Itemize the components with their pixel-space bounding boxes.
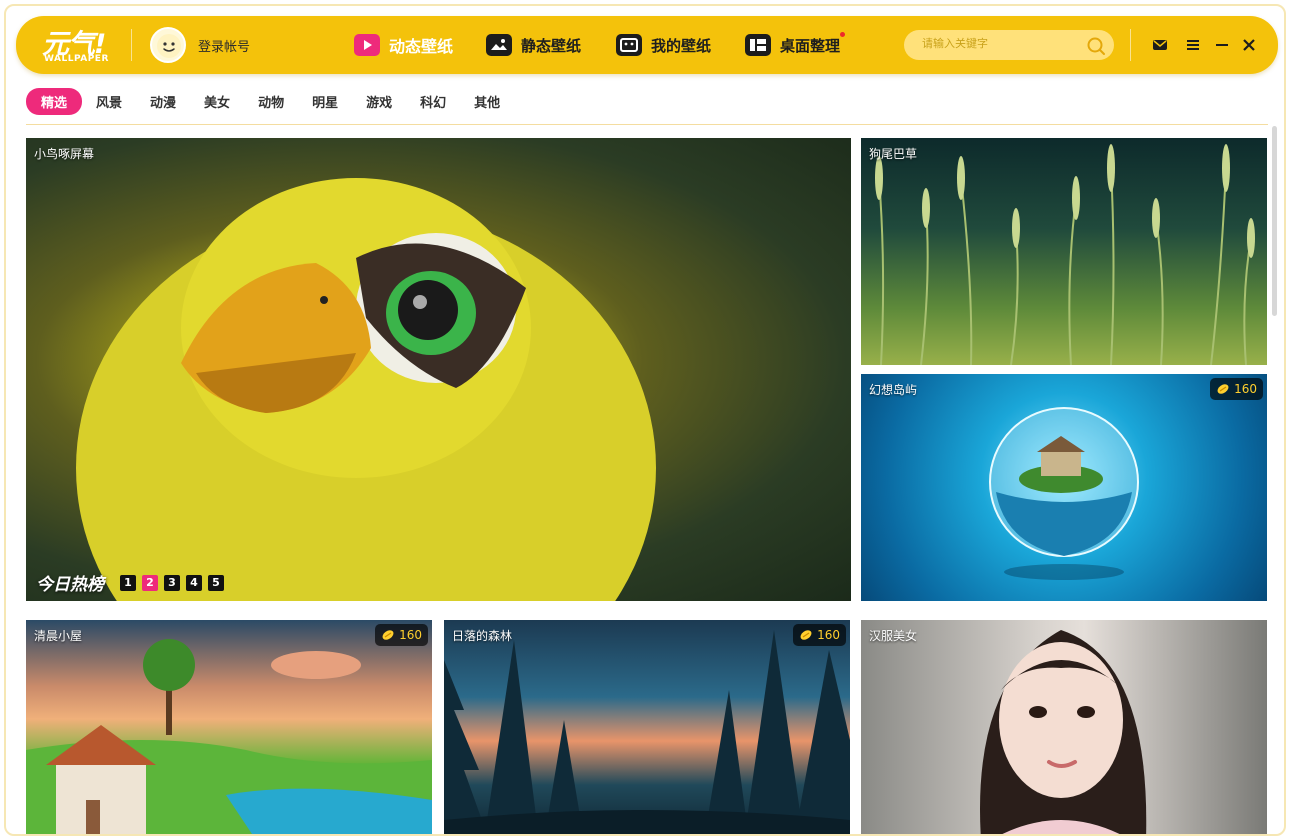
close-button[interactable] [1240, 36, 1258, 54]
tab-scifi[interactable]: 科幻 [420, 92, 446, 111]
nav-dynamic-label: 动态壁纸 [389, 37, 454, 56]
search-input[interactable] [922, 37, 1072, 50]
island-globe-illustration [989, 407, 1139, 580]
search-icon[interactable] [1086, 36, 1106, 56]
minimize-icon [1216, 44, 1228, 46]
tab-beauty[interactable]: 美女 [204, 92, 230, 111]
tab-stars[interactable]: 明星 [312, 92, 338, 111]
play-icon [354, 34, 380, 56]
app-window: 元气! WALLPAPER 登录帐号 动态壁纸 静态壁纸 我的壁纸 桌面整理 请… [4, 4, 1286, 836]
cabin-illustration [26, 639, 432, 834]
wallpaper-tile-grass[interactable]: 狗尾巴草 [861, 138, 1267, 365]
divider-line [26, 124, 1268, 125]
tile-title: 日落的森林 [452, 629, 513, 643]
wallpaper-tile-cabin[interactable]: 清晨小屋 160 [26, 620, 432, 834]
hot-ranking: 今日热榜 1 2 3 4 5 [36, 570, 230, 595]
login-link[interactable]: 登录帐号 [198, 36, 250, 55]
page-3-button[interactable]: 3 [164, 574, 180, 591]
nav-static-wallpaper[interactable]: 静态壁纸 [486, 32, 581, 58]
price-badge: 160 [375, 624, 428, 646]
coin-icon [800, 630, 812, 640]
bird-illustration [76, 178, 656, 601]
folder-face-icon [616, 34, 642, 56]
minimize-button[interactable] [1213, 36, 1231, 54]
divider [131, 29, 132, 61]
price-badge: 160 [1210, 378, 1263, 400]
close-icon [1243, 39, 1255, 51]
grass-illustration [875, 144, 1255, 365]
nav-static-label: 静态壁纸 [521, 36, 582, 55]
menu-icon [1187, 40, 1199, 50]
page-2-button[interactable]: 2 [142, 574, 158, 591]
tile-title: 狗尾巴草 [869, 147, 918, 161]
hot-ranking-title: 今日热榜 [36, 575, 104, 595]
page-4-button[interactable]: 4 [186, 574, 202, 591]
coin-icon [1217, 384, 1229, 394]
price-value: 160 [1234, 382, 1257, 396]
wallpaper-tile-hanfu[interactable]: 汉服美女 [861, 620, 1267, 834]
avatar[interactable] [150, 27, 186, 63]
price-value: 160 [399, 628, 422, 642]
tile-title: 幻想岛屿 [869, 383, 918, 397]
nav-dynamic-wallpaper[interactable]: 动态壁纸 [354, 32, 453, 58]
price-badge: 160 [793, 624, 846, 646]
tab-featured[interactable]: 精选 [26, 87, 83, 115]
tile-title: 汉服美女 [869, 629, 918, 643]
price-value: 160 [817, 628, 840, 642]
page-5-button[interactable]: 5 [208, 574, 224, 591]
wallpaper-tile-island[interactable]: 幻想岛屿 160 [861, 374, 1267, 601]
tab-anime[interactable]: 动漫 [150, 92, 176, 111]
category-tabs: 精选 风景 动漫 美女 动物 明星 游戏 科幻 其他 [26, 87, 528, 115]
tile-title: 清晨小屋 [34, 629, 83, 643]
wallpaper-tile-forest[interactable]: 日落的森林 160 [444, 620, 850, 834]
mail-icon [1153, 40, 1167, 50]
smiley-icon [157, 34, 181, 58]
portrait-illustration [980, 630, 1147, 834]
nav-my-wallpaper[interactable]: 我的壁纸 [616, 32, 711, 58]
top-bar: 元气! WALLPAPER 登录帐号 动态壁纸 静态壁纸 我的壁纸 桌面整理 请… [16, 16, 1278, 74]
notification-dot [840, 32, 845, 37]
divider [1130, 29, 1131, 61]
tab-animals[interactable]: 动物 [258, 92, 284, 111]
mail-button[interactable] [1151, 36, 1169, 54]
page-1-button[interactable]: 1 [120, 574, 136, 591]
tab-scenery[interactable]: 风景 [96, 92, 122, 111]
forest-illustration [444, 630, 850, 834]
image-icon [486, 34, 512, 56]
nav-my-label: 我的壁纸 [651, 36, 712, 55]
search-box [904, 30, 1114, 60]
coin-icon [382, 630, 394, 640]
nav-desktop-organize[interactable]: 桌面整理 [745, 32, 840, 58]
logo-subtext: WALLPAPER [44, 54, 109, 64]
tab-other[interactable]: 其他 [474, 92, 500, 111]
tab-games[interactable]: 游戏 [366, 92, 392, 111]
menu-button[interactable] [1184, 36, 1202, 54]
app-logo: 元气! WALLPAPER [40, 22, 116, 68]
layout-icon [745, 34, 771, 56]
tile-title: 小鸟啄屏幕 [34, 147, 95, 161]
nav-desktop-label: 桌面整理 [780, 36, 841, 55]
wallpaper-tile-featured[interactable]: 小鸟啄屏幕 今日热榜 1 2 3 4 5 [26, 138, 851, 601]
scrollbar[interactable] [1272, 126, 1277, 316]
